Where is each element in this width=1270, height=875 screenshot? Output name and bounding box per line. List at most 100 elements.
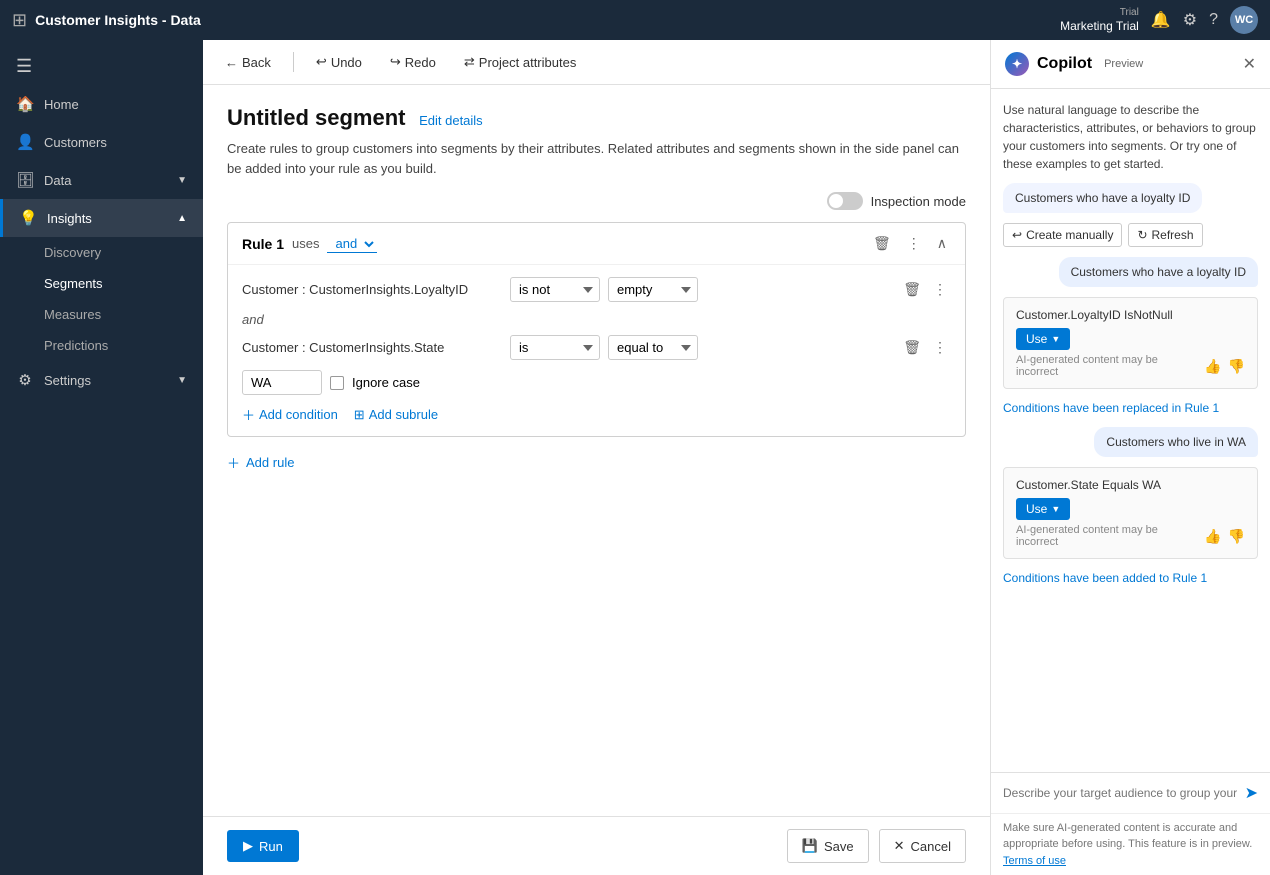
page-title-row: Untitled segment Edit details — [227, 105, 966, 131]
condition-1-op-select[interactable]: is not is — [510, 277, 600, 302]
condition-1-more-button[interactable]: ⋮ — [929, 279, 951, 300]
rule-body: Customer : CustomerInsights.LoyaltyID is… — [228, 265, 965, 436]
copilot-info-text-1: Conditions have been replaced in Rule 1 — [1003, 399, 1258, 417]
thumbs-up-icon-2[interactable]: 👍 — [1204, 528, 1221, 545]
add-subrule-link[interactable]: ⊞ Add subrule — [354, 407, 438, 423]
rule-operator-select[interactable]: and or — [327, 235, 377, 253]
toolbar: ← Back ↩ Undo ↪ Redo ⇄ Project attribute… — [203, 40, 990, 85]
rule-uses-label: uses — [292, 236, 319, 251]
redo-button[interactable]: ↪ Redo — [384, 50, 442, 74]
use-chevron-icon-2: ▼ — [1051, 504, 1060, 514]
use-button-2[interactable]: Use ▼ — [1016, 498, 1070, 520]
project-attributes-button[interactable]: ⇄ Project attributes — [458, 50, 582, 74]
rule-more-button[interactable]: ⋮ — [903, 233, 925, 254]
copilot-send-button[interactable]: ➤ — [1245, 783, 1258, 803]
ignore-case-checkbox[interactable] — [330, 376, 344, 390]
sidebar-item-insights[interactable]: 💡 Insights ▲ — [0, 199, 203, 237]
condition-2-row: Customer : CustomerInsights.State is is … — [242, 335, 951, 360]
run-icon: ▶ — [243, 838, 253, 854]
add-subrule-icon: ⊞ — [354, 407, 365, 423]
bottom-bar: ▶ Run 💾 Save ✕ Cancel — [203, 816, 990, 875]
add-rule-plus-icon: ＋ — [227, 453, 240, 472]
sidebar-item-measures[interactable]: Measures — [44, 299, 203, 330]
settings-icon[interactable]: ⚙ — [1183, 10, 1197, 30]
sidebar: ☰ 🏠 Home 👤 Customers 🗄 Data ▼ 💡 Insights… — [0, 40, 203, 875]
sidebar-item-data[interactable]: 🗄 Data ▼ — [0, 161, 203, 199]
rule-delete-button[interactable]: 🗑 — [869, 233, 895, 254]
ai-note-2: AI-generated content may be incorrect 👍 … — [1016, 524, 1245, 548]
use-chevron-icon-1: ▼ — [1051, 334, 1060, 344]
data-chevron-icon: ▼ — [177, 175, 187, 186]
cancel-button[interactable]: ✕ Cancel — [879, 829, 966, 863]
copilot-logo: ✦ — [1005, 52, 1029, 76]
use-button-1[interactable]: Use ▼ — [1016, 328, 1070, 350]
sidebar-item-discovery[interactable]: Discovery — [44, 237, 203, 268]
sidebar-item-segments[interactable]: Segments — [44, 268, 203, 299]
inspection-mode-row: Inspection mode — [227, 192, 966, 210]
run-button[interactable]: ▶ Run — [227, 830, 299, 862]
copilot-close-button[interactable]: ✕ — [1243, 54, 1256, 74]
home-icon: 🏠 — [16, 95, 34, 113]
ignore-case-label: Ignore case — [352, 375, 420, 390]
copilot-user-bubble-1: Customers who have a loyalty ID — [1059, 257, 1258, 287]
sidebar-item-label-insights: Insights — [47, 211, 92, 226]
avatar[interactable]: WC — [1230, 6, 1258, 34]
rule-title: Rule 1 — [242, 236, 284, 252]
customers-icon: 👤 — [16, 133, 34, 151]
condition-2-delete-button[interactable]: 🗑 — [899, 337, 925, 358]
condition-2-op-select[interactable]: is is not — [510, 335, 600, 360]
refresh-icon: ↻ — [1137, 228, 1147, 242]
terms-of-use-link[interactable]: Terms of use — [1003, 855, 1066, 867]
create-manually-icon: ↩ — [1012, 228, 1022, 242]
create-manually-button[interactable]: ↩ Create manually — [1003, 223, 1122, 247]
help-icon[interactable]: ? — [1209, 11, 1218, 29]
copilot-header: ✦ Copilot Preview ✕ — [991, 40, 1270, 89]
condition-1-val-select[interactable]: empty null — [608, 277, 698, 302]
save-button[interactable]: 💾 Save — [787, 829, 869, 863]
back-arrow-icon: ← — [225, 55, 238, 70]
settings-chevron-icon: ▼ — [177, 375, 187, 386]
sidebar-toggle[interactable]: ☰ — [0, 48, 203, 85]
cancel-icon: ✕ — [894, 838, 905, 854]
undo-button[interactable]: ↩ Undo — [310, 50, 368, 74]
refresh-button[interactable]: ↻ Refresh — [1128, 223, 1202, 247]
sidebar-item-home[interactable]: 🏠 Home — [0, 85, 203, 123]
condition-1-row: Customer : CustomerInsights.LoyaltyID is… — [242, 277, 951, 302]
thumbs-up-icon-1[interactable]: 👍 — [1204, 358, 1221, 375]
copilot-code-box-2: Customer.State Equals WA Use ▼ AI-genera… — [1003, 467, 1258, 559]
condition-2-field: Customer : CustomerInsights.State — [242, 340, 502, 355]
toolbar-divider — [293, 52, 294, 72]
condition-2-val-select[interactable]: equal to contains — [608, 335, 698, 360]
grid-icon[interactable]: ⊞ — [12, 10, 27, 31]
inspection-mode-toggle[interactable] — [827, 192, 863, 210]
copilot-suggestion-1[interactable]: Customers who have a loyalty ID — [1003, 183, 1202, 213]
add-rule-row[interactable]: ＋ Add rule — [227, 453, 966, 472]
edit-details-link[interactable]: Edit details — [419, 113, 483, 128]
sidebar-item-predictions[interactable]: Predictions — [44, 330, 203, 361]
redo-icon: ↪ — [390, 54, 401, 70]
topbar: ⊞ Customer Insights - Data Trial Marketi… — [0, 0, 1270, 40]
sidebar-item-settings[interactable]: ⚙ Settings ▼ — [0, 361, 203, 399]
sidebar-item-label-home: Home — [44, 97, 79, 112]
toggle-knob — [829, 194, 843, 208]
topbar-icons: Trial Marketing Trial 🔔 ⚙ ? WC — [1060, 6, 1258, 34]
condition-1-field: Customer : CustomerInsights.LoyaltyID — [242, 282, 502, 297]
inspection-mode-label: Inspection mode — [871, 194, 966, 209]
trial-label: Trial — [1060, 7, 1139, 19]
back-button[interactable]: ← Back — [219, 51, 277, 74]
and-label: and — [242, 312, 951, 327]
thumbs-down-icon-1[interactable]: 👎 — [1228, 358, 1245, 375]
copilot-info-text-2: Conditions have been added to Rule 1 — [1003, 569, 1258, 587]
rule-collapse-button[interactable]: ∧ — [933, 233, 951, 254]
condition-1-delete-button[interactable]: 🗑 — [899, 279, 925, 300]
page-description: Create rules to group customers into seg… — [227, 139, 966, 178]
copilot-code-box-1: Customer.LoyaltyID IsNotNull Use ▼ AI-ge… — [1003, 297, 1258, 389]
thumbs-down-icon-2[interactable]: 👎 — [1228, 528, 1245, 545]
data-icon: 🗄 — [16, 171, 34, 189]
add-condition-link[interactable]: ＋ Add condition — [242, 405, 338, 424]
notification-icon[interactable]: 🔔 — [1151, 10, 1171, 30]
sidebar-item-customers[interactable]: 👤 Customers — [0, 123, 203, 161]
condition-2-value-input[interactable] — [242, 370, 322, 395]
condition-2-more-button[interactable]: ⋮ — [929, 337, 951, 358]
copilot-input[interactable] — [1003, 786, 1239, 800]
